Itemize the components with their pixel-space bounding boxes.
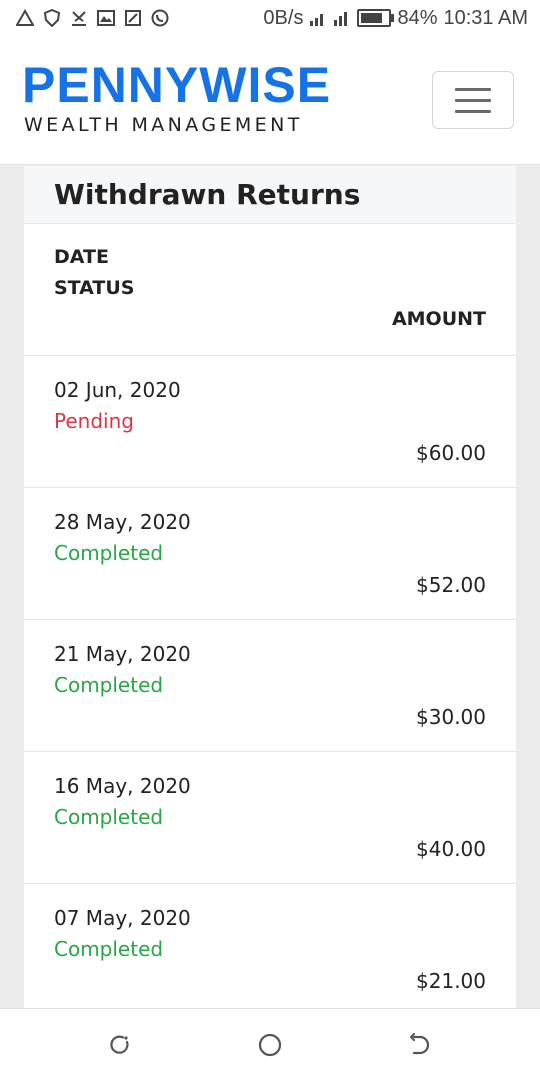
status-bar: 0B/s 84% 10:31 AM (0, 0, 540, 36)
signal-icon (309, 9, 327, 27)
mobile-data-icon (333, 9, 351, 27)
row-date: 02 Jun, 2020 (54, 378, 181, 402)
table-row: 21 May, 2020 Completed $30.00 (24, 620, 516, 752)
row-status: Completed (54, 937, 164, 961)
row-date: 21 May, 2020 (54, 642, 191, 666)
notification-icons (0, 9, 169, 27)
battery-level: 84% (397, 6, 438, 29)
row-amount: $60.00 (416, 441, 486, 465)
hamburger-icon (455, 98, 491, 102)
row-amount: $21.00 (416, 969, 486, 993)
brand-logo[interactable]: PENNYWISE (22, 60, 331, 110)
row-date: 28 May, 2020 (54, 510, 191, 534)
clock: 10:31 AM (443, 6, 528, 29)
back-icon[interactable] (408, 1033, 432, 1057)
home-icon[interactable] (258, 1033, 282, 1057)
row-status: Completed (54, 541, 164, 565)
card-header: Withdrawn Returns (24, 166, 516, 224)
column-header-status: STATUS (54, 277, 135, 299)
screenshot-icon (124, 9, 142, 27)
row-amount: $52.00 (416, 573, 486, 597)
brand-subtitle: WEALTH MANAGEMENT (24, 114, 303, 136)
withdrawn-returns-card: Withdrawn Returns DATE STATUS AMOUNT 02 … (24, 166, 516, 1008)
site-header: PENNYWISE WEALTH MANAGEMENT (0, 36, 540, 165)
table-row: 07 May, 2020 Completed $21.00 (24, 884, 516, 1008)
row-status: Completed (54, 673, 164, 697)
system-status: 0B/s 84% 10:31 AM (263, 7, 540, 30)
shield-icon (43, 9, 61, 27)
table-row: 02 Jun, 2020 Pending $60.00 (24, 356, 516, 488)
network-speed: 0B/s (263, 6, 304, 29)
hamburger-icon (455, 87, 491, 91)
row-date: 07 May, 2020 (54, 906, 191, 930)
battery-icon (357, 9, 395, 27)
row-date: 16 May, 2020 (54, 774, 191, 798)
system-nav-bar (0, 1008, 540, 1081)
column-header-date: DATE (54, 246, 109, 268)
table-row: 28 May, 2020 Completed $52.00 (24, 488, 516, 620)
whatsapp-icon (151, 9, 169, 27)
missed-call-icon (70, 9, 88, 27)
row-amount: $30.00 (416, 705, 486, 729)
recent-apps-icon[interactable] (108, 1033, 132, 1057)
row-status: Completed (54, 805, 164, 829)
gallery-icon (97, 9, 115, 27)
menu-toggle-button[interactable] (432, 71, 514, 129)
warning-icon (16, 9, 34, 27)
row-amount: $40.00 (416, 837, 486, 861)
table-header: DATE STATUS AMOUNT (24, 224, 516, 356)
hamburger-icon (455, 109, 491, 113)
card-title: Withdrawn Returns (54, 178, 361, 211)
column-header-amount: AMOUNT (391, 308, 486, 330)
row-status: Pending (54, 409, 134, 433)
table-row: 16 May, 2020 Completed $40.00 (24, 752, 516, 884)
